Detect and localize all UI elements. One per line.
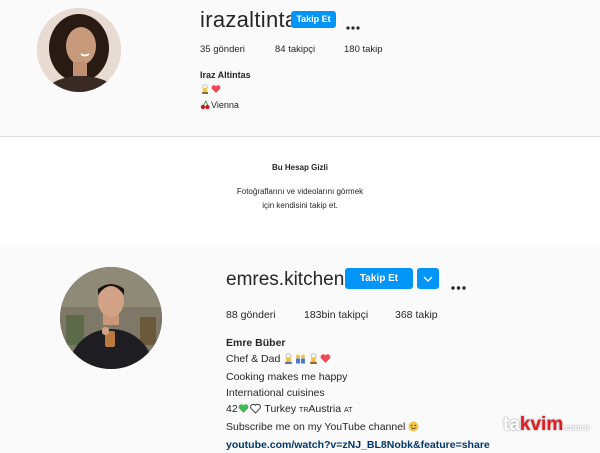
cook-emoji-icon — [308, 353, 319, 369]
cherries-icon — [200, 100, 210, 114]
bio-line: Chef & Dad — [226, 351, 490, 369]
private-account-notice: Bu Hesap Gizli Fotoğraflarını ve videola… — [0, 136, 600, 232]
smiling-face-icon — [408, 421, 419, 437]
profile-username: emres.kitchen — [226, 269, 345, 290]
posts-count: 35 gönderi — [200, 44, 245, 55]
posts-count: 88 gönderi — [226, 309, 276, 321]
follow-button[interactable]: Takip Et — [345, 268, 413, 289]
bio-line: 42 Turkey TRAustria AT — [226, 401, 490, 419]
suggested-accounts-dropdown[interactable] — [417, 268, 439, 289]
white-heart-icon — [249, 403, 261, 419]
profile-full-name: Emre Büber — [226, 337, 286, 349]
cook-emoji-icon — [283, 353, 294, 369]
bio-line: Subscribe me on my YouTube channel — [226, 419, 490, 437]
profile-location: Vienna — [200, 98, 251, 114]
red-heart-icon — [320, 353, 331, 369]
private-account-message: Fotoğraflarını ve videolarını görmek içi… — [236, 187, 364, 210]
bio-line: Cooking makes me happy — [226, 371, 348, 383]
section-divider — [0, 231, 600, 247]
following-count[interactable]: 368 takip — [395, 309, 438, 321]
more-options-icon[interactable] — [451, 277, 466, 295]
red-heart-icon — [211, 84, 221, 98]
profile-header-irazaltintas: irazaltintas Takip Et 35 gönderi 84 taki… — [0, 0, 600, 136]
profile-full-name: Iraz Altintas — [200, 70, 251, 80]
cook-emoji-icon — [200, 84, 210, 98]
follow-button[interactable]: Takip Et — [291, 11, 336, 28]
profile-bio: Emre Büber Chef & Dad Cooking makes me h… — [226, 335, 490, 453]
followers-count[interactable]: 84 takipçi — [275, 44, 315, 55]
private-account-title: Bu Hesap Gizli — [271, 163, 328, 172]
bio-external-link[interactable]: youtube.com/watch?v=zNJ_BL8Nobk&feature=… — [226, 437, 490, 453]
green-heart-icon — [238, 403, 249, 419]
chevron-down-icon — [423, 276, 433, 282]
profile-bio: Iraz Altintas Vienna — [200, 68, 251, 114]
following-count[interactable]: 180 takip — [344, 44, 383, 55]
bio-line: International cuisines — [226, 387, 325, 399]
profile-avatar[interactable] — [37, 8, 121, 92]
followers-count[interactable]: 183bin takipçi — [304, 309, 368, 321]
more-options-icon[interactable] — [346, 17, 360, 35]
takvim-watermark-logo: takvim.com.tr — [503, 414, 590, 435]
bio-emoji-line — [200, 82, 251, 98]
family-emoji-icon — [295, 353, 307, 369]
profile-avatar[interactable] — [60, 267, 162, 369]
